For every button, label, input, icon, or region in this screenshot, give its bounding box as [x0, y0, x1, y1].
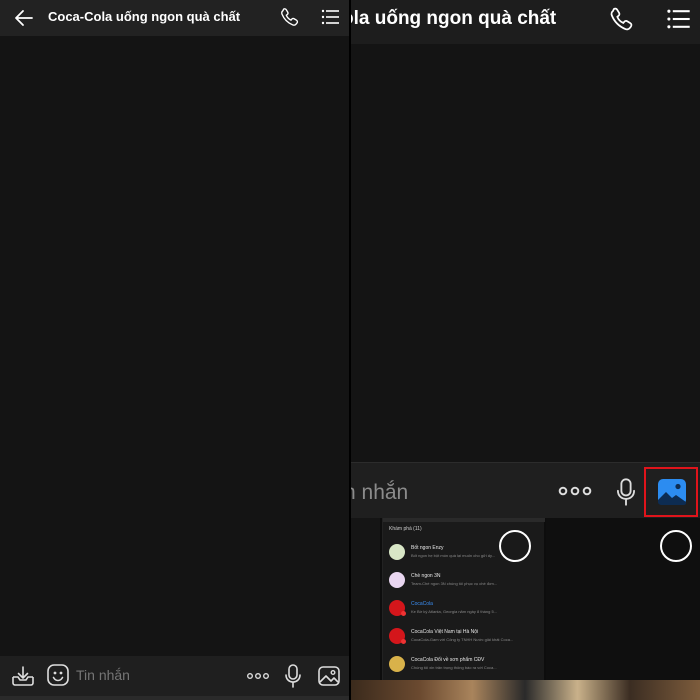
chat-title-zoomed: ola uống ngon quà chất — [350, 8, 557, 29]
sticker-icon[interactable] — [10, 664, 36, 688]
emoji-icon[interactable] — [46, 663, 70, 687]
gallery-thumb[interactable] — [546, 518, 700, 680]
mini-list-item: CocaCola Việt Nam tại Hà Nội CocaCola-Ga… — [387, 626, 537, 652]
avatar — [389, 544, 405, 560]
chat-screen-zoomed: ola uống ngon quà chất n nhắn Khám phá (… — [350, 0, 700, 700]
message-input-bar-zoomed: n nhắn — [350, 462, 700, 518]
mini-list-item: CocaCola Đổi về sơn phẩm CĐV Chúng tôi x… — [387, 654, 537, 680]
mini-name: CocaCola Đổi về sơn phẩm CĐV — [411, 657, 485, 663]
chat-title: Coca-Cola uống ngon quà chất — [48, 9, 241, 24]
status-dot — [401, 611, 406, 616]
mini-name: CocaCola Việt Nam tại Hà Nội — [411, 629, 479, 635]
chat-header: Coca-Cola uống ngon quà chất — [0, 0, 350, 36]
chat-screen-left: Coca-Cola uống ngon quà chất — [0, 0, 350, 700]
list-menu-icon[interactable] — [320, 7, 340, 27]
message-area — [0, 36, 350, 656]
mini-name: Bốt ngon Enzy — [411, 545, 444, 551]
message-input[interactable] — [76, 667, 236, 683]
select-circle[interactable] — [660, 530, 692, 562]
gallery-next-row — [350, 680, 700, 700]
mini-msg: Bốt ngon hẹ bột món quà lại muốn cho gửi… — [411, 553, 495, 558]
mini-msg: CocaCola-Gam với Công ty TNHH Nước giải … — [411, 637, 514, 642]
avatar — [389, 572, 405, 588]
phone-icon[interactable] — [608, 5, 636, 33]
mini-header: Khám phá (11) — [389, 526, 422, 532]
bottom-strip — [0, 696, 350, 700]
status-dot — [401, 639, 406, 644]
mini-msg: Chúng tôi xin trân trọng thông báo ra vớ… — [411, 665, 497, 670]
phone-icon[interactable] — [279, 6, 301, 28]
mini-list-item: CocaCola Ke Bờ ký Atlanta, Georgia năm n… — [387, 598, 537, 624]
image-button-highlight[interactable] — [644, 467, 698, 517]
message-area-zoomed — [350, 44, 700, 462]
select-circle[interactable] — [499, 530, 531, 562]
mini-msg: Team-Chè ngon 3N chúng tôi phục vụ chè đ… — [411, 581, 498, 586]
microphone-icon[interactable] — [284, 663, 302, 689]
list-menu-icon[interactable] — [665, 6, 691, 32]
back-arrow-icon[interactable] — [12, 6, 36, 30]
message-input-placeholder[interactable]: n nhắn — [350, 481, 408, 505]
image-icon[interactable] — [657, 478, 687, 506]
message-input-bar — [0, 656, 350, 696]
avatar — [389, 656, 405, 672]
more-dots-icon[interactable] — [246, 668, 270, 684]
mini-msg: Ke Bờ ký Atlanta, Georgia năm ngày 8 thá… — [411, 609, 498, 614]
image-icon[interactable] — [317, 664, 341, 688]
more-dots-icon[interactable] — [558, 482, 592, 500]
mini-name: CocaCola — [411, 601, 433, 607]
panel-divider — [349, 0, 351, 700]
photo-gallery: Khám phá (11) Bốt ngon Enzy Bốt ngon hẹ … — [350, 518, 700, 700]
gallery-thumb-screenshot[interactable]: Khám phá (11) Bốt ngon Enzy Bốt ngon hẹ … — [382, 518, 545, 680]
chat-header-zoomed: ola uống ngon quà chất — [350, 0, 700, 44]
mini-list-item: Chè ngon 3N Team-Chè ngon 3N chúng tôi p… — [387, 570, 537, 596]
mini-name: Chè ngon 3N — [411, 573, 441, 579]
gallery-thumb[interactable] — [350, 518, 380, 680]
microphone-icon[interactable] — [614, 477, 638, 507]
